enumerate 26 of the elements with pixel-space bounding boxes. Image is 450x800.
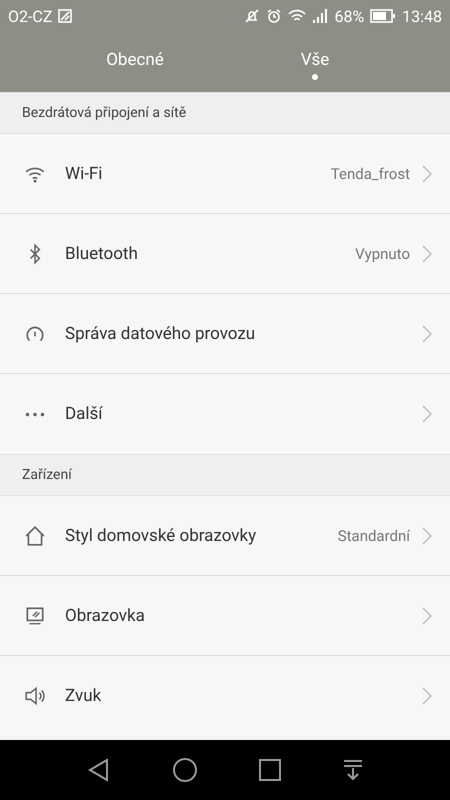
chevron-icon <box>422 164 432 182</box>
clock-time: 13:48 <box>402 6 442 26</box>
signal-icon <box>312 9 328 23</box>
notification-pull-button[interactable] <box>343 759 363 781</box>
speaker-icon <box>24 685 46 707</box>
battery-icon <box>370 9 396 23</box>
home-icon <box>24 524 46 546</box>
recents-button[interactable] <box>259 759 281 781</box>
chevron-icon <box>422 405 432 423</box>
back-button[interactable] <box>87 758 111 782</box>
home-button[interactable] <box>173 758 197 782</box>
section-header: Bezdrátová připojení a sítě <box>22 105 186 121</box>
wifi-icon <box>288 9 306 23</box>
section-header: Zařízení <box>22 467 72 483</box>
chevron-icon <box>422 324 432 342</box>
dots-icon <box>24 412 46 416</box>
image-icon <box>58 9 72 23</box>
chevron-icon <box>422 244 432 262</box>
chevron-icon <box>422 687 432 705</box>
battery-percent: 68% <box>334 6 364 26</box>
chevron-icon <box>422 606 432 624</box>
chevron-icon <box>422 526 432 544</box>
carrier-name: O2-CZ <box>8 6 52 26</box>
monitor-icon <box>24 604 46 626</box>
mute-icon <box>244 8 260 24</box>
alarm-icon <box>266 8 282 24</box>
